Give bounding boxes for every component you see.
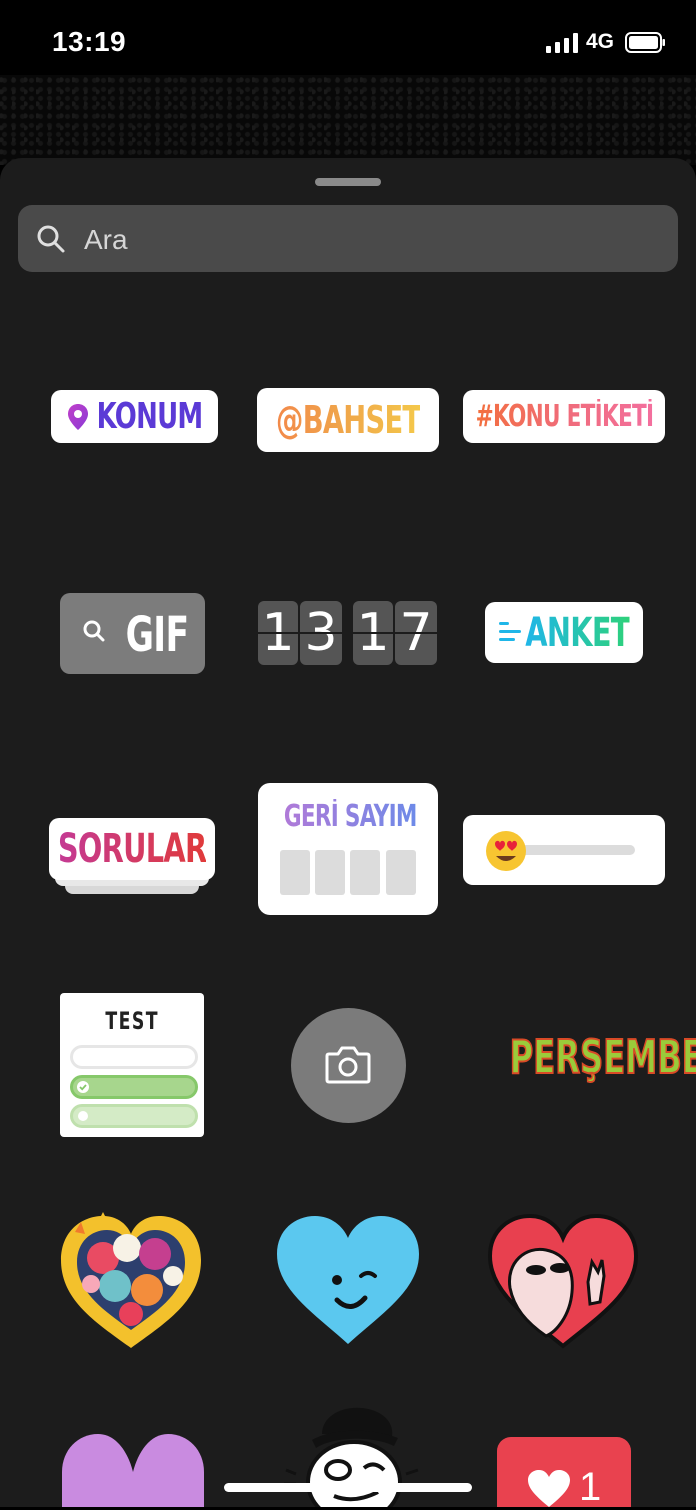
countdown-sticker-label: GERİ SAYIM	[283, 799, 418, 834]
gif-search-icon	[83, 620, 105, 642]
floral-heart-sticker[interactable]	[55, 1210, 207, 1352]
poll-sticker-label: ANKET	[525, 609, 631, 656]
winking-blue-heart-sticker[interactable]	[275, 1214, 421, 1346]
time-digit: 3	[300, 601, 342, 665]
poll-sticker[interactable]: ANKET	[485, 602, 643, 663]
search-input[interactable]	[82, 219, 646, 261]
like-counter-sticker[interactable]: 1	[497, 1437, 631, 1509]
location-pin-icon	[68, 404, 88, 430]
story-background	[0, 75, 696, 165]
day-sticker-label: PERŞEMBE	[509, 1029, 696, 1085]
quiz-sticker-label: TEST	[105, 1007, 159, 1035]
countdown-slot	[350, 850, 380, 895]
network-type: 4G	[586, 30, 615, 53]
questions-sticker[interactable]: SORULAR	[49, 818, 215, 896]
purple-heart-sticker[interactable]	[60, 1432, 206, 1507]
countdown-slot	[315, 850, 345, 895]
questions-sticker-label: SORULAR	[57, 826, 207, 872]
home-indicator[interactable]	[224, 1483, 472, 1492]
hashtag-sticker-label: #KONU ETİKETİ	[475, 399, 654, 434]
gif-sticker-label: GIF	[125, 607, 189, 663]
quiz-option-correct	[70, 1075, 198, 1099]
heart-icon	[528, 1470, 570, 1507]
peeking-red-heart-sticker[interactable]	[486, 1212, 640, 1350]
quiz-option	[70, 1045, 198, 1069]
time-sticker[interactable]: 1 3 1 7	[258, 601, 438, 665]
poll-lines-icon	[499, 622, 521, 641]
search-icon	[37, 225, 65, 253]
hashtag-sticker[interactable]: #KONU ETİKETİ	[463, 390, 665, 443]
status-time: 13:19	[52, 26, 127, 57]
quiz-sticker[interactable]: TEST	[60, 993, 204, 1137]
gif-sticker[interactable]: GIF	[60, 593, 205, 674]
slider-track	[519, 845, 635, 855]
day-sticker[interactable]: PERŞEMBE	[468, 1029, 696, 1092]
cellular-signal-icon	[546, 33, 578, 53]
quiz-option	[70, 1104, 198, 1128]
mention-sticker[interactable]: @BAHSET	[257, 388, 439, 452]
check-icon	[77, 1081, 89, 1093]
quiz-option-dot	[78, 1111, 88, 1121]
emoji-slider-sticker[interactable]	[463, 815, 665, 885]
mention-sticker-label: @BAHSET	[275, 398, 421, 442]
countdown-slot	[280, 850, 310, 895]
heart-eyes-emoji-icon	[486, 831, 526, 871]
countdown-sticker[interactable]: GERİ SAYIM	[258, 783, 438, 915]
time-digit: 7	[395, 601, 437, 665]
time-digit: 1	[258, 601, 298, 665]
camera-sticker[interactable]	[291, 1008, 406, 1123]
countdown-slot	[386, 850, 416, 895]
camera-icon	[325, 1046, 371, 1084]
location-sticker[interactable]: KONUM	[51, 390, 218, 443]
time-digit: 1	[353, 601, 393, 665]
questions-sticker-card: SORULAR	[49, 818, 215, 880]
location-sticker-label: KONUM	[96, 396, 204, 437]
sheet-grabber[interactable]	[315, 178, 381, 186]
battery-icon	[625, 32, 665, 53]
like-count: 1	[579, 1465, 602, 1509]
